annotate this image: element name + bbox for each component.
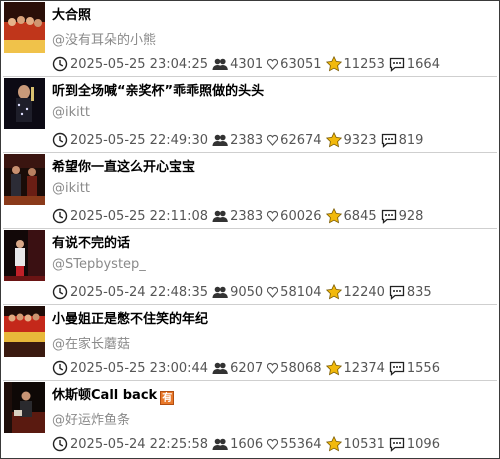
comment-count: 1664 [406, 56, 440, 72]
post-time: 2025-05-24 22:25:58 [70, 436, 209, 452]
post-title[interactable]: 小曼姐正是憋不住笑的年纪 [52, 308, 208, 327]
like-count: 58104 [280, 284, 322, 300]
viewer-count: 1606 [230, 436, 264, 452]
post-item[interactable]: 希望你一直这么开心宝宝 @ikitt 2025-05-25 22:11:08 2… [3, 153, 497, 229]
post-feed: 大合照 @没有耳朵的小熊 2025-05-25 23:04:25 4301 63… [3, 1, 497, 458]
star-icon [325, 208, 342, 224]
viewer-count: 6207 [230, 360, 264, 376]
star-icon [325, 56, 342, 72]
post-author[interactable]: @ikitt [52, 105, 90, 120]
post-thumbnail[interactable] [4, 78, 45, 129]
star-count: 9323 [343, 132, 377, 148]
comment-icon [389, 56, 405, 72]
post-thumbnail[interactable] [4, 154, 45, 205]
clock-icon [52, 132, 68, 148]
window-frame: 大合照 @没有耳朵的小熊 2025-05-25 23:04:25 4301 63… [0, 0, 500, 459]
star-count: 6845 [343, 208, 377, 224]
people-icon [212, 132, 228, 148]
people-icon [212, 360, 228, 376]
star-icon [325, 436, 342, 452]
clock-icon [52, 56, 68, 72]
star-count: 12240 [343, 284, 385, 300]
post-title[interactable]: 听到全场喊“亲奖杯”乖乖照做的头头 [52, 80, 264, 99]
post-author[interactable]: @没有耳朵的小熊 [52, 29, 156, 48]
post-title[interactable]: 希望你一直这么开心宝宝 [52, 156, 195, 175]
people-icon [212, 56, 228, 72]
comment-icon [389, 360, 405, 376]
post-item[interactable]: 大合照 @没有耳朵的小熊 2025-05-25 23:04:25 4301 63… [3, 1, 497, 77]
comment-count: 835 [406, 284, 432, 300]
post-time: 2025-05-25 22:49:30 [70, 132, 209, 148]
heart-icon [267, 436, 279, 452]
people-icon [212, 436, 228, 452]
viewer-count: 9050 [230, 284, 264, 300]
post-title[interactable]: 休斯顿Call back 有 [52, 384, 175, 405]
comment-count: 1096 [406, 436, 440, 452]
comment-count: 1556 [406, 360, 440, 376]
like-count: 60026 [280, 208, 322, 224]
post-stats: 2025-05-25 23:04:25 4301 63051 11253 166… [52, 54, 444, 74]
post-item[interactable]: 休斯顿Call back 有 @好运炸鱼条 2025-05-24 22:25:58… [3, 381, 497, 458]
viewer-count: 2383 [230, 208, 264, 224]
post-item[interactable]: 小曼姐正是憋不住笑的年纪 @在家长蘑菇 2025-05-25 23:00:44 … [3, 305, 497, 381]
comment-icon [381, 132, 397, 148]
comment-icon [389, 436, 405, 452]
clock-icon [52, 284, 68, 300]
post-stats: 2025-05-25 22:49:30 2383 62674 9323 819 [52, 130, 427, 150]
star-icon [325, 360, 342, 376]
exclusive-badge: 有 [160, 391, 175, 405]
post-stats: 2025-05-24 22:48:35 9050 58104 12240 835 [52, 282, 436, 302]
post-stats: 2025-05-24 22:25:58 1606 55364 10531 109… [52, 434, 444, 454]
star-count: 10531 [343, 436, 385, 452]
comment-icon [389, 284, 405, 300]
post-author[interactable]: @在家长蘑菇 [52, 333, 130, 352]
people-icon [212, 284, 228, 300]
comment-icon [381, 208, 397, 224]
post-thumbnail[interactable] [4, 2, 45, 53]
clock-icon [52, 360, 68, 376]
post-thumbnail[interactable] [4, 306, 45, 357]
star-icon [325, 132, 342, 148]
post-thumbnail[interactable] [4, 382, 45, 433]
heart-icon [267, 56, 279, 72]
post-time: 2025-05-24 22:48:35 [70, 284, 209, 300]
viewer-count: 4301 [230, 56, 264, 72]
comment-count: 928 [398, 208, 424, 224]
people-icon [212, 208, 228, 224]
post-time: 2025-05-25 22:11:08 [70, 208, 209, 224]
post-time: 2025-05-25 23:00:44 [70, 360, 209, 376]
post-time: 2025-05-25 23:04:25 [70, 56, 209, 72]
like-count: 62674 [280, 132, 322, 148]
like-count: 55364 [280, 436, 322, 452]
post-thumbnail[interactable] [4, 230, 45, 281]
post-stats: 2025-05-25 22:11:08 2383 60026 6845 928 [52, 206, 427, 226]
post-author[interactable]: @STepbystep_ [52, 257, 146, 272]
heart-icon [267, 208, 279, 224]
heart-icon [267, 360, 279, 376]
like-count: 63051 [280, 56, 322, 72]
post-title[interactable]: 有说不完的话 [52, 232, 130, 251]
post-author[interactable]: @好运炸鱼条 [52, 409, 130, 428]
star-icon [325, 284, 342, 300]
star-count: 12374 [343, 360, 385, 376]
post-item[interactable]: 听到全场喊“亲奖杯”乖乖照做的头头 @ikitt 2025-05-25 22:4… [3, 77, 497, 153]
comment-count: 819 [398, 132, 424, 148]
clock-icon [52, 208, 68, 224]
post-author[interactable]: @ikitt [52, 181, 90, 196]
heart-icon [267, 284, 279, 300]
post-title[interactable]: 大合照 [52, 4, 91, 23]
star-count: 11253 [343, 56, 385, 72]
heart-icon [267, 132, 279, 148]
post-stats: 2025-05-25 23:00:44 6207 58068 12374 155… [52, 358, 444, 378]
like-count: 58068 [280, 360, 322, 376]
post-item[interactable]: 有说不完的话 @STepbystep_ 2025-05-24 22:48:35 … [3, 229, 497, 305]
viewer-count: 2383 [230, 132, 264, 148]
clock-icon [52, 436, 68, 452]
